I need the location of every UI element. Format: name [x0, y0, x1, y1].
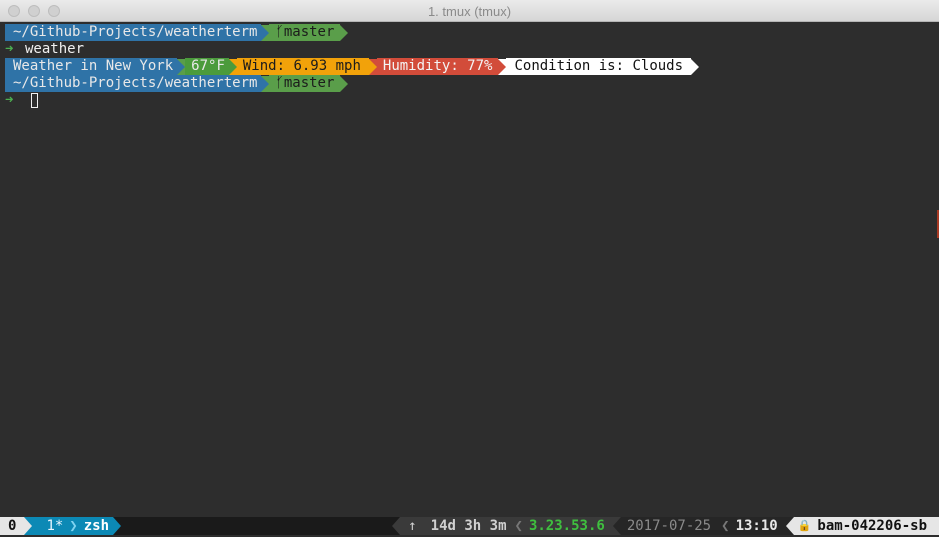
git-branch-icon: ᚶ [275, 75, 284, 91]
title-bar: 1. tmux (tmux) [0, 0, 939, 22]
powerline-arrow-icon [340, 75, 349, 92]
date-segment: 2017-07-25 [620, 517, 718, 535]
weather-humidity-text: Humidity: 77% [382, 58, 493, 74]
load-average: 3.2 3.5 3.6 [526, 517, 613, 535]
window-index: 1* [46, 518, 64, 534]
prompt-line: ~/Github-Projects/weatherterm ᚶ master [5, 75, 699, 92]
powerline-arrow-icon [340, 24, 349, 41]
powerline-arrow-icon [498, 58, 507, 75]
load-1m: 3.2 [528, 518, 555, 534]
weather-condition: Condition is: Clouds [506, 58, 692, 75]
powerline-left-arrow-icon [785, 517, 794, 535]
uptime-text: 14d 3h 3m [430, 518, 507, 534]
text-cursor [31, 93, 38, 108]
path-segment: ~/Github-Projects/weatherterm [5, 24, 262, 41]
weather-location-text: Weather in New York [13, 58, 174, 74]
host-segment: 🔒 bam-042206-sb [793, 517, 939, 535]
cwd-path: ~/Github-Projects/weatherterm [13, 24, 258, 40]
weather-temp-text: 67°F [191, 58, 225, 74]
weather-wind-text: Wind: 6.93 mph [242, 58, 361, 74]
weather-wind: Wind: 6.93 mph [236, 58, 369, 75]
powerline-arrow-icon [228, 58, 237, 75]
command-line: ➜ weather [5, 41, 699, 58]
powerline-arrow-icon [261, 75, 270, 92]
uptime-segment: ↑ 14d 3h 3m [400, 517, 511, 535]
prompt-arrow-icon: ➜ [5, 41, 14, 57]
hostname: bam-042206-sb [817, 518, 927, 534]
powerline-left-arrow-icon [612, 517, 621, 535]
window-separator-icon: ❯ [69, 518, 78, 534]
weather-temp: 67°F [185, 58, 229, 75]
path-segment: ~/Github-Projects/weatherterm [5, 75, 262, 92]
load-15m: 3.6 [579, 518, 605, 534]
cwd-path: ~/Github-Projects/weatherterm [13, 75, 258, 91]
powerline-arrow-icon [368, 58, 377, 75]
prompt-arrow-icon: ➜ [5, 92, 14, 108]
command-text: weather [25, 41, 85, 57]
separator-icon: ❮ [717, 517, 734, 535]
git-segment: ᚶ master [269, 24, 341, 41]
window-title: 1. tmux (tmux) [427, 4, 512, 19]
git-segment: ᚶ master [269, 75, 341, 92]
separator-icon: ❮ [510, 517, 527, 535]
powerline-arrow-icon [177, 58, 186, 75]
powerline-arrow-icon [113, 517, 122, 535]
status-right: ↑ 14d 3h 3m ❮ 3.2 3.5 3.6 2017-07-25 ❮ 13… [392, 517, 939, 535]
weather-condition-text: Condition is: Clouds [514, 58, 684, 74]
weather-location: Weather in New York [5, 58, 178, 75]
window-name: zsh [83, 518, 110, 534]
window-tab-zsh[interactable]: 1* ❯ zsh [32, 517, 114, 535]
session-index[interactable]: 0 [0, 517, 25, 535]
weather-humidity: Humidity: 77% [376, 58, 499, 75]
git-branch: master [283, 24, 335, 40]
uptime-icon: ↑ [408, 518, 417, 534]
session-index-text: 0 [8, 518, 17, 534]
weather-output: Weather in New York 67°F Wind: 6.93 mph Hum… [5, 58, 700, 75]
powerline-left-arrow-icon [392, 517, 401, 535]
tmux-status-bar: 0 1* ❯ zsh ↑ 14d 3h 3m ❮ 3.2 3.5 3.6 2017-0… [0, 517, 939, 535]
load-5m: 3.5 [554, 518, 580, 534]
time-segment: 13:10 [733, 517, 786, 535]
time-text: 13:10 [735, 518, 778, 534]
terminal-window: 1. tmux (tmux) ~/Github-Projects/weather… [0, 0, 939, 537]
git-branch-icon: ᚶ [275, 24, 284, 40]
powerline-arrow-icon [261, 24, 270, 41]
input-line[interactable]: ➜ [5, 92, 699, 109]
powerline-arrow-icon [24, 517, 33, 535]
prompt-line: ~/Github-Projects/weatherterm ᚶ master [5, 24, 699, 41]
lock-icon: 🔒 [797, 519, 812, 532]
date-text: 2017-07-25 [626, 518, 712, 534]
git-branch: master [283, 75, 335, 91]
terminal-content[interactable]: ~/Github-Projects/weatherterm ᚶ master ➜ w… [5, 24, 700, 109]
powerline-arrow-icon [691, 58, 700, 75]
